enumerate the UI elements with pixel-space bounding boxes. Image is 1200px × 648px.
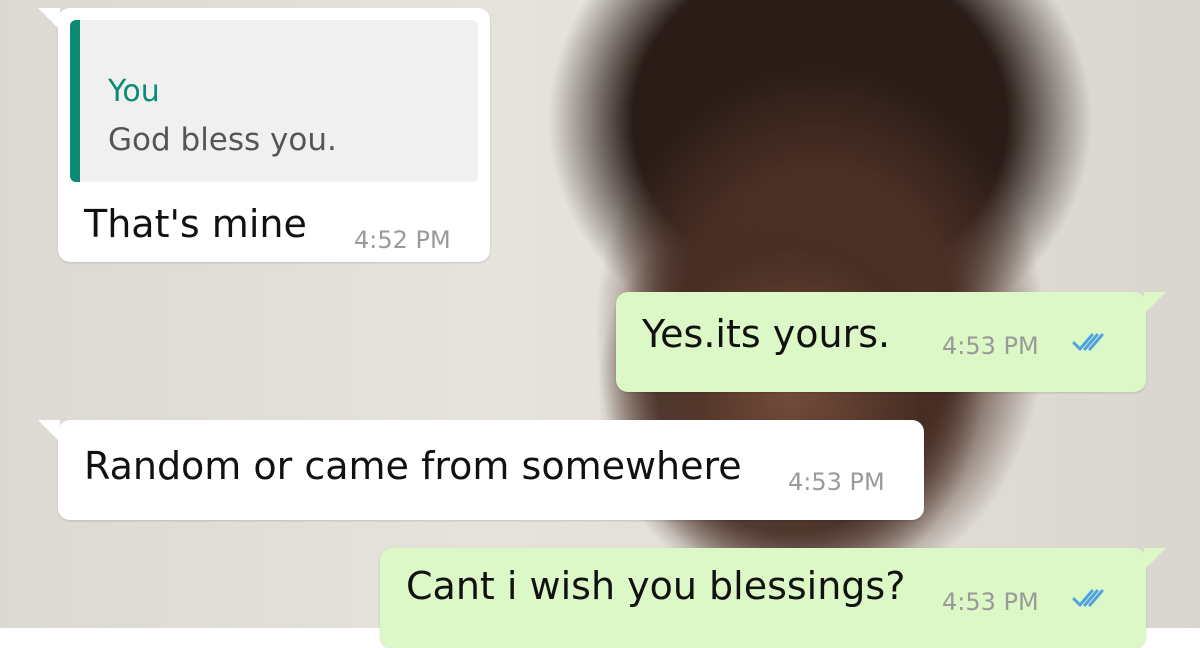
quoted-author: You <box>108 74 160 109</box>
message-time: 4:53 PM <box>942 588 1039 616</box>
message-time: 4:53 PM <box>942 332 1039 360</box>
message-text: Yes.its yours. <box>642 312 891 356</box>
message-text: Cant i wish you blessings? <box>406 564 906 608</box>
double-check-icon <box>1072 333 1104 351</box>
message-time: 4:53 PM <box>788 468 885 496</box>
message-bubble-incoming[interactable]: Random or came from somewhere 4:53 PM <box>38 420 924 520</box>
quoted-text: God bless you. <box>108 122 337 158</box>
message-text: Random or came from somewhere <box>84 444 742 488</box>
message-bubble-outgoing[interactable]: Cant i wish you blessings? 4:53 PM <box>380 548 1166 648</box>
message-text: That's mine <box>84 202 307 246</box>
message-time: 4:52 PM <box>354 226 451 254</box>
message-bubble-incoming[interactable]: You God bless you. That's mine 4:52 PM <box>38 8 490 262</box>
quote-accent-bar <box>70 20 80 182</box>
message-bubble-outgoing[interactable]: Yes.its yours. 4:53 PM <box>616 292 1166 392</box>
double-check-icon <box>1072 589 1104 607</box>
quoted-message[interactable]: You God bless you. <box>70 20 478 182</box>
